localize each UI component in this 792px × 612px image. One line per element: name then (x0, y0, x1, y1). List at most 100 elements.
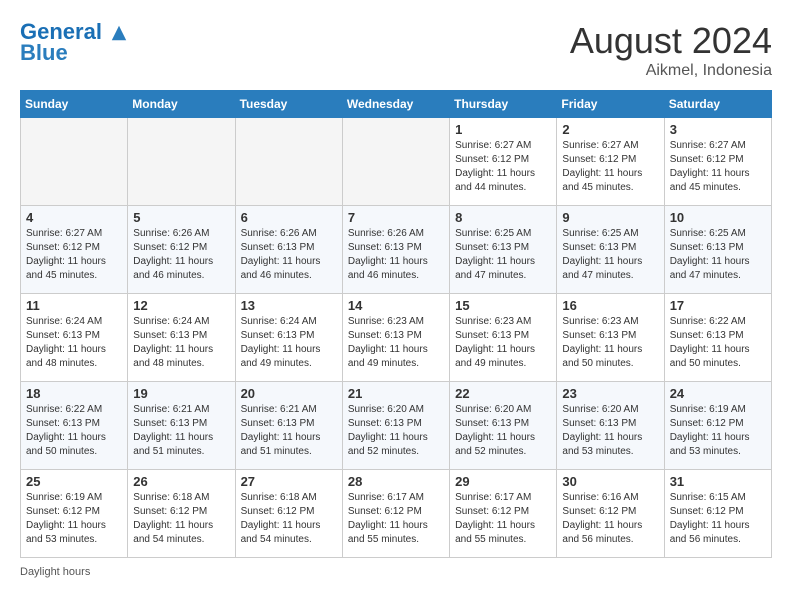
day-number: 22 (455, 386, 551, 401)
col-header-monday: Monday (128, 91, 235, 118)
day-info: Sunrise: 6:24 AMSunset: 6:13 PMDaylight:… (241, 315, 337, 371)
day-number: 17 (670, 298, 766, 313)
day-number: 15 (455, 298, 551, 313)
day-info: Sunrise: 6:25 AMSunset: 6:13 PMDaylight:… (562, 227, 658, 283)
calendar-cell: 19Sunrise: 6:21 AMSunset: 6:13 PMDayligh… (128, 382, 235, 470)
calendar-cell: 29 Sunrise: 6:17 AMSunset: 6:12 PMDayligh… (450, 470, 557, 558)
day-info: Sunrise: 6:27 AMSunset: 6:12 PMDaylight:… (562, 139, 658, 195)
day-number: 13 (241, 298, 337, 313)
day-number: 27 (241, 474, 337, 489)
day-number: 8 (455, 210, 551, 225)
calendar-cell: 4Sunrise: 6:27 AMSunset: 6:12 PMDaylight… (21, 206, 128, 294)
day-info: Sunrise: 6:26 AMSunset: 6:12 PMDaylight:… (133, 227, 229, 283)
week-row-1: 1 Sunrise: 6:27 AMSunset: 6:12 PMDaylight… (21, 118, 772, 206)
calendar-cell: 15 Sunrise: 6:23 AMSunset: 6:13 PMDayligh… (450, 294, 557, 382)
day-info: Sunrise: 6:24 AMSunset: 6:13 PMDaylight:… (133, 315, 229, 371)
calendar-cell: 24 Sunrise: 6:19 AMSunset: 6:12 PMDayligh… (664, 382, 771, 470)
day-info: Sunrise: 6:25 AMSunset: 6:13 PMDaylight:… (670, 227, 766, 283)
title-block: August 2024 Aikmel, Indonesia (570, 20, 772, 80)
day-info: Sunrise: 6:18 AMSunset: 6:12 PMDaylight:… (241, 491, 337, 547)
calendar-cell: 7Sunrise: 6:26 AMSunset: 6:13 PMDaylight… (342, 206, 449, 294)
calendar-cell: 14Sunrise: 6:23 AMSunset: 6:13 PMDayligh… (342, 294, 449, 382)
day-number: 10 (670, 210, 766, 225)
day-number: 26 (133, 474, 229, 489)
day-info: Sunrise: 6:16 AMSunset: 6:12 PMDaylight:… (562, 491, 658, 547)
calendar-cell: 31 Sunrise: 6:15 AMSunset: 6:12 PMDayligh… (664, 470, 771, 558)
calendar-cell: 20 Sunrise: 6:21 AMSunset: 6:13 PMDayligh… (235, 382, 342, 470)
calendar-cell: 13 Sunrise: 6:24 AMSunset: 6:13 PMDayligh… (235, 294, 342, 382)
calendar-cell: 6 Sunrise: 6:26 AMSunset: 6:13 PMDaylight… (235, 206, 342, 294)
calendar-cell: 10 Sunrise: 6:25 AMSunset: 6:13 PMDayligh… (664, 206, 771, 294)
calendar-cell (235, 118, 342, 206)
col-header-tuesday: Tuesday (235, 91, 342, 118)
day-number: 30 (562, 474, 658, 489)
day-info: Sunrise: 6:21 AMSunset: 6:13 PMDaylight:… (241, 403, 337, 459)
day-number: 18 (26, 386, 122, 401)
day-info: Sunrise: 6:24 AMSunset: 6:13 PMDaylight:… (26, 315, 122, 371)
calendar-cell: 26 Sunrise: 6:18 AMSunset: 6:12 PMDayligh… (128, 470, 235, 558)
day-number: 24 (670, 386, 766, 401)
calendar-cell: 22 Sunrise: 6:20 AMSunset: 6:13 PMDayligh… (450, 382, 557, 470)
day-info: Sunrise: 6:25 AMSunset: 6:13 PMDaylight:… (455, 227, 551, 283)
calendar-cell: 30 Sunrise: 6:16 AMSunset: 6:12 PMDayligh… (557, 470, 664, 558)
calendar-cell: 21 Sunrise: 6:20 AMSunset: 6:13 PMDayligh… (342, 382, 449, 470)
day-info: Sunrise: 6:17 AMSunset: 6:12 PMDaylight:… (455, 491, 551, 547)
day-number: 31 (670, 474, 766, 489)
day-info: Sunrise: 6:23 AMSunset: 6:13 PMDaylight:… (455, 315, 551, 371)
calendar-cell: 8 Sunrise: 6:25 AMSunset: 6:13 PMDaylight… (450, 206, 557, 294)
day-number: 6 (241, 210, 337, 225)
page-header: General Blue August 2024 Aikmel, Indones… (20, 20, 772, 80)
calendar-cell: 5 Sunrise: 6:26 AMSunset: 6:12 PMDaylight… (128, 206, 235, 294)
calendar-cell: 9 Sunrise: 6:25 AMSunset: 6:13 PMDaylight… (557, 206, 664, 294)
day-number: 9 (562, 210, 658, 225)
day-number: 2 (562, 122, 658, 137)
day-number: 12 (133, 298, 229, 313)
day-number: 29 (455, 474, 551, 489)
calendar-cell: 16 Sunrise: 6:23 AMSunset: 6:13 PMDayligh… (557, 294, 664, 382)
day-info: Sunrise: 6:18 AMSunset: 6:12 PMDaylight:… (133, 491, 229, 547)
day-number: 20 (241, 386, 337, 401)
calendar-cell: 11 Sunrise: 6:24 AMSunset: 6:13 PMDayligh… (21, 294, 128, 382)
day-info: Sunrise: 6:26 AMSunset: 6:13 PMDaylight:… (241, 227, 337, 283)
calendar-cell: 18 Sunrise: 6:22 AMSunset: 6:13 PMDayligh… (21, 382, 128, 470)
day-info: Sunrise: 6:20 AMSunset: 6:13 PMDaylight:… (348, 403, 444, 459)
day-number: 14 (348, 298, 444, 313)
day-number: 3 (670, 122, 766, 137)
calendar-cell: 17 Sunrise: 6:22 AMSunset: 6:13 PMDayligh… (664, 294, 771, 382)
day-number: 23 (562, 386, 658, 401)
week-row-2: 4Sunrise: 6:27 AMSunset: 6:12 PMDaylight… (21, 206, 772, 294)
day-info: Sunrise: 6:19 AMSunset: 6:12 PMDaylight:… (670, 403, 766, 459)
day-number: 1 (455, 122, 551, 137)
day-number: 5 (133, 210, 229, 225)
day-info: Sunrise: 6:27 AMSunset: 6:12 PMDaylight:… (26, 227, 122, 283)
day-info: Sunrise: 6:21 AMSunset: 6:13 PMDaylight:… (133, 403, 229, 459)
col-header-thursday: Thursday (450, 91, 557, 118)
col-header-friday: Friday (557, 91, 664, 118)
day-number: 11 (26, 298, 122, 313)
day-info: Sunrise: 6:20 AMSunset: 6:13 PMDaylight:… (455, 403, 551, 459)
col-header-saturday: Saturday (664, 91, 771, 118)
day-info: Sunrise: 6:27 AMSunset: 6:12 PMDaylight:… (670, 139, 766, 195)
calendar-cell: 23 Sunrise: 6:20 AMSunset: 6:13 PMDayligh… (557, 382, 664, 470)
day-number: 16 (562, 298, 658, 313)
day-info: Sunrise: 6:22 AMSunset: 6:13 PMDaylight:… (26, 403, 122, 459)
day-info: Sunrise: 6:22 AMSunset: 6:13 PMDaylight:… (670, 315, 766, 371)
col-header-sunday: Sunday (21, 91, 128, 118)
day-info: Sunrise: 6:17 AMSunset: 6:12 PMDaylight:… (348, 491, 444, 547)
location: Aikmel, Indonesia (570, 62, 772, 80)
col-header-wednesday: Wednesday (342, 91, 449, 118)
calendar-cell (128, 118, 235, 206)
day-info: Sunrise: 6:26 AMSunset: 6:13 PMDaylight:… (348, 227, 444, 283)
calendar-cell (21, 118, 128, 206)
day-info: Sunrise: 6:20 AMSunset: 6:13 PMDaylight:… (562, 403, 658, 459)
daylight-label: Daylight hours (20, 566, 90, 578)
footer: Daylight hours (20, 566, 772, 578)
week-row-3: 11 Sunrise: 6:24 AMSunset: 6:13 PMDayligh… (21, 294, 772, 382)
calendar-cell: 3 Sunrise: 6:27 AMSunset: 6:12 PMDaylight… (664, 118, 771, 206)
calendar-cell (342, 118, 449, 206)
week-row-5: 25Sunrise: 6:19 AMSunset: 6:12 PMDayligh… (21, 470, 772, 558)
day-info: Sunrise: 6:23 AMSunset: 6:13 PMDaylight:… (562, 315, 658, 371)
day-info: Sunrise: 6:15 AMSunset: 6:12 PMDaylight:… (670, 491, 766, 547)
day-number: 21 (348, 386, 444, 401)
calendar-cell: 2 Sunrise: 6:27 AMSunset: 6:12 PMDaylight… (557, 118, 664, 206)
